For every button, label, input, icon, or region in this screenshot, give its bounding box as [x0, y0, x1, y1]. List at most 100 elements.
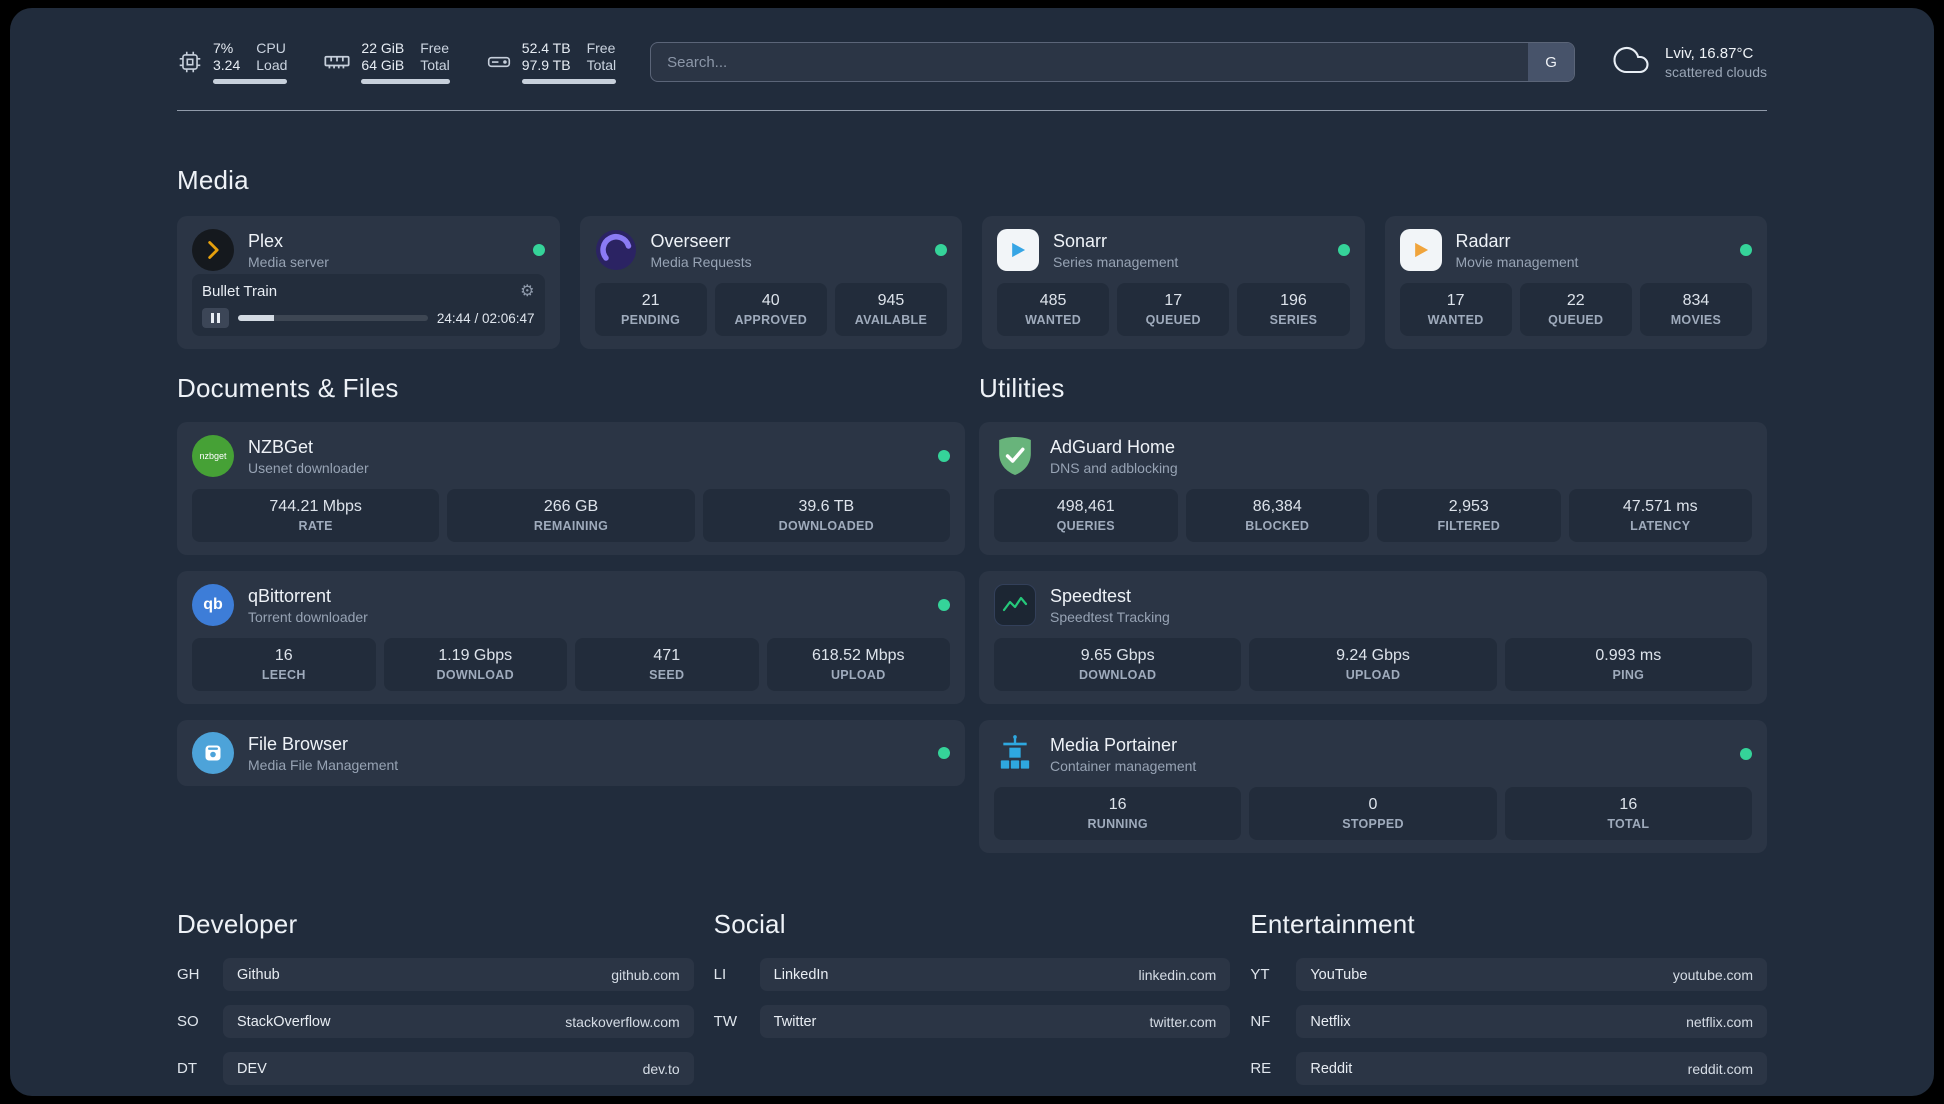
playback-progress-bar — [238, 315, 428, 321]
disk-free-value: 52.4 TB — [521, 40, 571, 56]
memory-total-value: 64 GiB — [361, 57, 405, 73]
stat-tile: 17 WANTED — [1399, 283, 1512, 336]
service-name: qBittorrent — [248, 585, 332, 606]
bookmark-abbr: SO — [177, 1013, 199, 1030]
status-dot — [938, 747, 950, 759]
service-card-filebrowser[interactable]: File Browser Media File Management — [177, 720, 965, 786]
service-subtitle: Media server — [248, 253, 329, 270]
bookmark-linkedin: LI LinkedIn linkedin.com — [714, 958, 1231, 991]
bookmark-abbr: GH — [177, 966, 200, 983]
weather-widget: Lviv, 16.87°C scattered clouds — [1609, 42, 1767, 83]
overseerr-icon — [595, 229, 637, 271]
stat-tile: 16 TOTAL — [1504, 787, 1752, 840]
service-subtitle: Media File Management — [248, 756, 399, 773]
section-title-documents: Documents & Files — [177, 373, 399, 403]
pause-button[interactable] — [202, 308, 229, 328]
top-bar: 7% 3.24 CPU Load 22 GiB 64 GiB Free Tota… — [177, 40, 1767, 84]
service-card-portainer[interactable]: Media Portainer Container management 16 … — [979, 720, 1767, 853]
stat-tile: 0.993 ms PING — [1504, 638, 1752, 691]
bookmark-link-stackoverflow[interactable]: StackOverflow stackoverflow.com — [223, 1005, 694, 1038]
status-dot — [935, 244, 947, 256]
plex-now-playing: Bullet Train ⚙ 24:44 / 02:06:47 — [192, 274, 545, 336]
nzbget-icon: nzbget — [192, 435, 234, 477]
radarr-icon — [1399, 229, 1442, 271]
stat-tile: 0 STOPPED — [1249, 787, 1497, 840]
disk-usage-bar-fill — [521, 79, 617, 84]
disk-usage-bar — [521, 79, 617, 84]
bookmark-youtube: YT YouTube youtube.com — [1250, 958, 1768, 991]
disk-icon — [486, 49, 512, 75]
bookmark-link-linkedin[interactable]: LinkedIn linkedin.com — [759, 958, 1231, 991]
service-subtitle: Movie management — [1455, 253, 1579, 270]
service-card-plex[interactable]: Plex Media server Bullet Train ⚙ 24:44 /… — [177, 216, 560, 349]
stat-tile: 40 APPROVED — [714, 283, 827, 336]
service-subtitle: Speedtest Tracking — [1050, 608, 1170, 625]
cpu-usage-value: 7% — [213, 40, 234, 56]
stat-tile: 9.65 Gbps DOWNLOAD — [994, 638, 1242, 691]
service-card-nzbget[interactable]: nzbget NZBGet Usenet downloader 744.21 M… — [177, 422, 965, 555]
bookmark-link-netflix[interactable]: Netflix netflix.com — [1296, 1005, 1768, 1038]
service-subtitle: Media Requests — [650, 253, 752, 270]
memory-total-label: Total — [420, 57, 450, 73]
stat-tile: 47.571 ms LATENCY — [1568, 489, 1752, 542]
bookmark-twitter: TW Twitter twitter.com — [714, 1005, 1231, 1038]
status-dot — [1740, 748, 1752, 760]
disk-free-label: Free — [586, 40, 616, 56]
search-input[interactable] — [650, 42, 1576, 82]
memory-usage-bar — [361, 79, 450, 84]
section-title-social: Social — [713, 909, 786, 939]
service-card-sonarr[interactable]: Sonarr Series management 485 WANTED 17 Q… — [982, 216, 1365, 349]
bookmark-dev: DT DEV dev.to — [177, 1052, 694, 1085]
settings-gear-icon[interactable]: ⚙ — [520, 283, 534, 300]
bookmark-link-twitter[interactable]: Twitter twitter.com — [759, 1005, 1231, 1038]
section-title-utilities: Utilities — [979, 373, 1065, 403]
service-card-radarr[interactable]: Radarr Movie management 17 WANTED 22 QUE… — [1384, 216, 1767, 349]
status-dot — [938, 599, 950, 611]
disk-total-label: Total — [586, 57, 617, 73]
bookmark-abbr: NF — [1250, 1013, 1271, 1030]
stat-tile: 16 RUNNING — [994, 787, 1242, 840]
stat-tile: 498,461 QUERIES — [994, 489, 1178, 542]
stat-tile: 485 WANTED — [997, 283, 1110, 336]
service-card-overseerr[interactable]: Overseerr Media Requests 21 PENDING 40 A… — [579, 216, 962, 349]
stat-tile: 945 AVAILABLE — [834, 283, 948, 336]
disk-total-value: 97.9 TB — [521, 57, 571, 73]
search-provider-button[interactable]: G — [1528, 43, 1575, 81]
memory-icon — [323, 48, 351, 76]
cloud-icon — [1609, 42, 1653, 83]
search-bar: G — [650, 42, 1576, 82]
service-card-speedtest[interactable]: Speedtest Speedtest Tracking 9.65 Gbps D… — [979, 571, 1767, 704]
section-utilities: Utilities AdGuard Home DNS and adblockin… — [979, 373, 1767, 853]
section-title-developer: Developer — [177, 909, 298, 939]
status-dot — [938, 450, 950, 462]
bookmark-group-social: Social LI LinkedIn linkedin.com TW Twitt… — [714, 909, 1231, 1085]
stat-tile: 744.21 Mbps RATE — [192, 489, 440, 542]
status-dot — [532, 244, 545, 256]
plex-icon — [192, 229, 234, 271]
stat-tile: 16 LEECH — [192, 638, 376, 691]
service-name: AdGuard Home — [1050, 436, 1176, 457]
stat-tile: 21 PENDING — [594, 283, 707, 336]
section-media: Media Plex Media server Bullet Train ⚙ 2… — [177, 165, 1767, 349]
bookmark-group-developer: Developer GH Github github.com SO StackO… — [177, 909, 694, 1085]
service-card-qbittorrent[interactable]: qb qBittorrent Torrent downloader 16 LEE… — [177, 571, 965, 704]
bookmark-link-dev[interactable]: DEV dev.to — [223, 1052, 694, 1085]
bookmark-link-github[interactable]: Github github.com — [223, 958, 694, 991]
cpu-icon — [177, 49, 203, 75]
service-name: Plex — [248, 230, 284, 251]
stat-tile: 834 MOVIES — [1639, 283, 1753, 336]
bookmark-abbr: YT — [1250, 966, 1270, 983]
cpu-usage-bar-fill — [213, 79, 288, 84]
bookmark-link-youtube[interactable]: YouTube youtube.com — [1296, 958, 1768, 991]
bookmark-abbr: LI — [713, 966, 727, 983]
service-name: Sonarr — [1053, 230, 1108, 251]
resource-widgets: 7% 3.24 CPU Load 22 GiB 64 GiB Free Tota… — [177, 40, 617, 84]
stat-tile: 86,384 BLOCKED — [1185, 489, 1369, 542]
bookmark-link-reddit[interactable]: Reddit reddit.com — [1296, 1052, 1768, 1085]
pause-icon — [211, 313, 214, 323]
stat-tile: 1.19 Gbps DOWNLOAD — [383, 638, 567, 691]
section-title-media: Media — [177, 165, 249, 195]
service-card-adguard[interactable]: AdGuard Home DNS and adblocking 498,461 … — [979, 422, 1767, 555]
memory-free-label: Free — [420, 40, 450, 56]
stat-tile: 17 QUEUED — [1117, 283, 1230, 336]
